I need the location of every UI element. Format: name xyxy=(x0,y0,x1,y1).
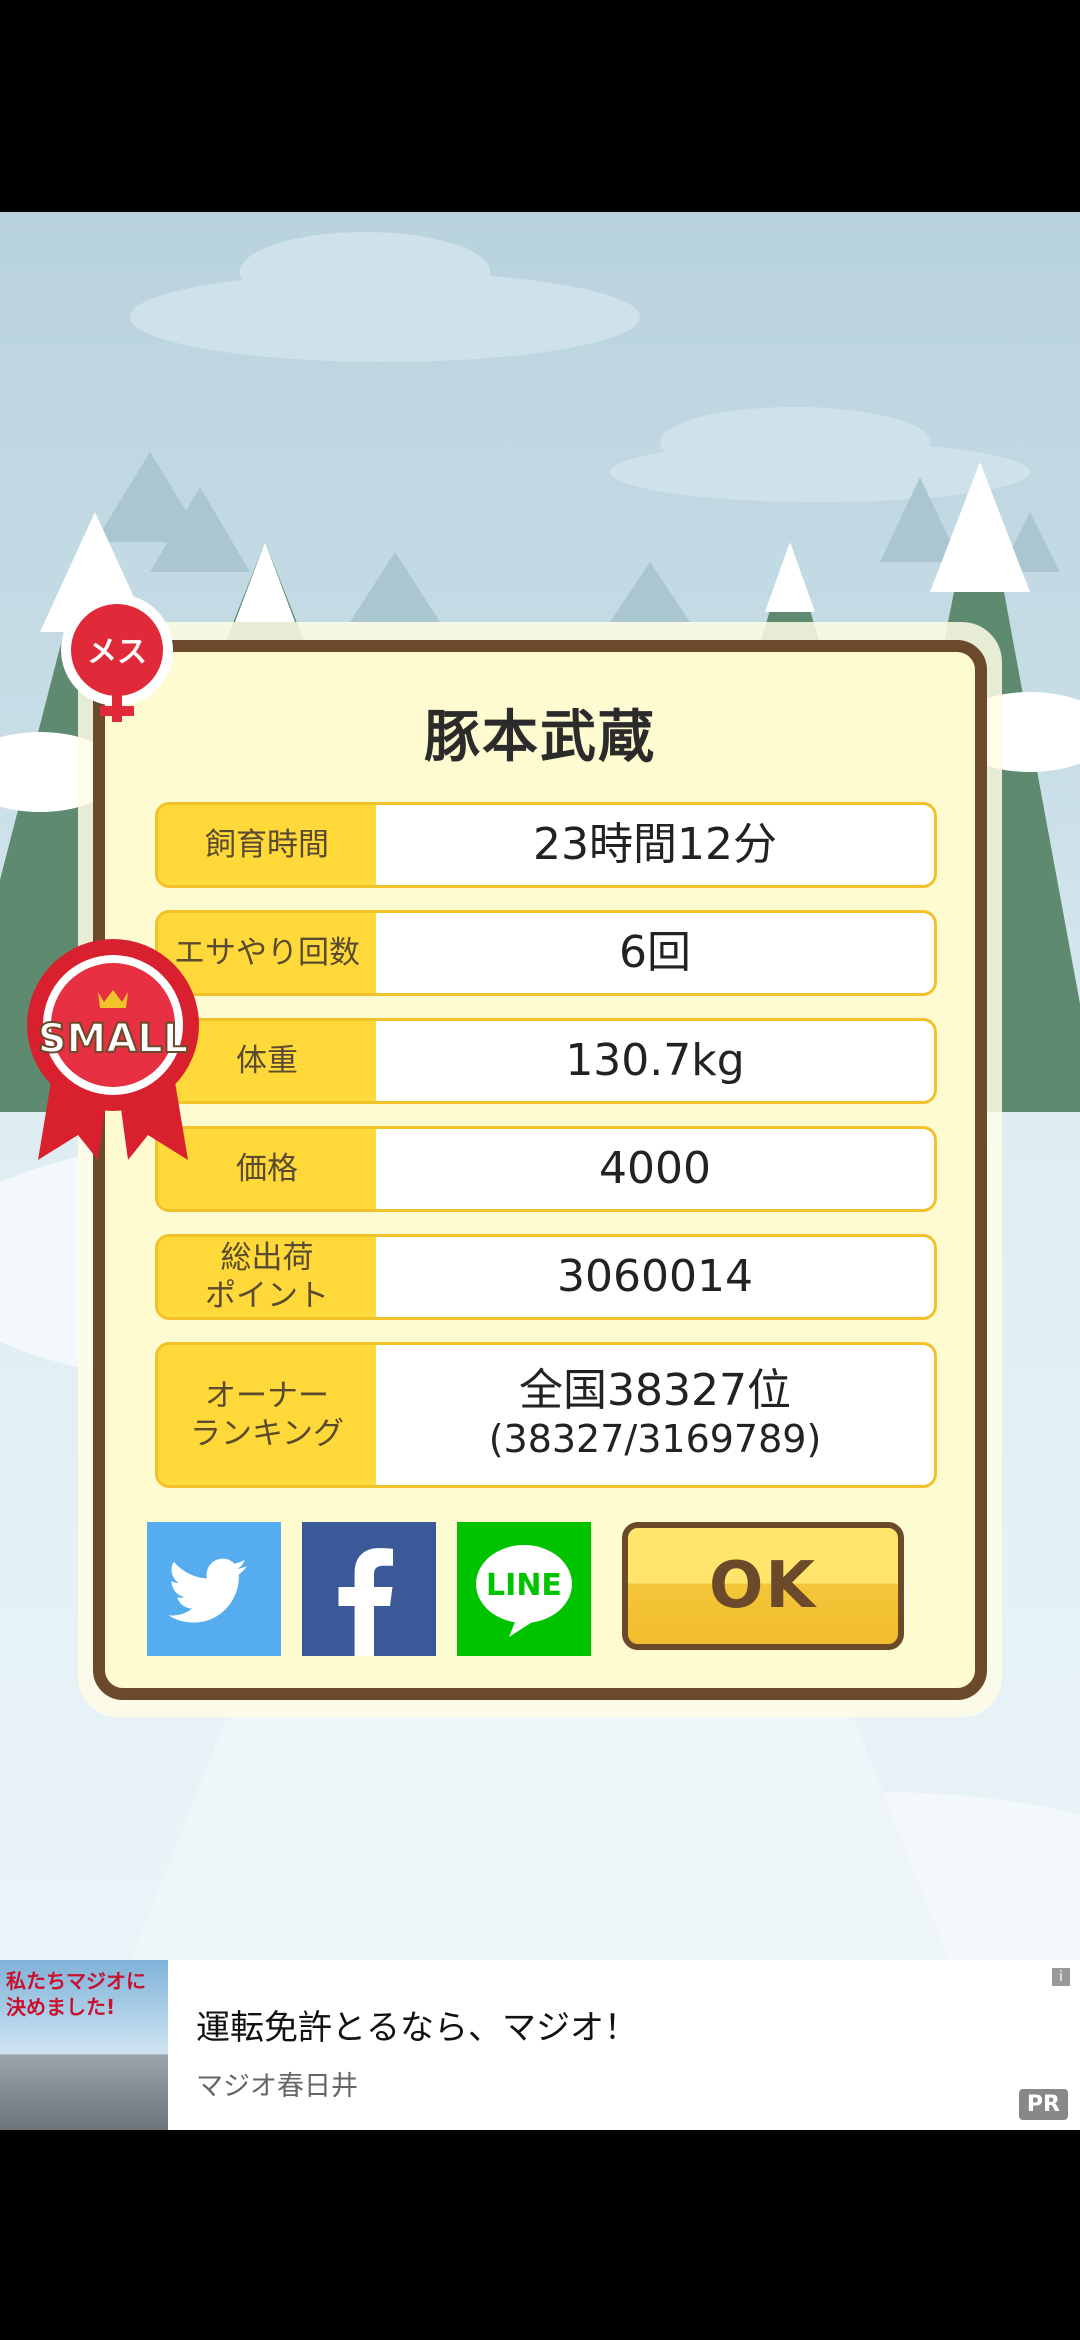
ad-info-icon[interactable]: i xyxy=(1052,1968,1070,1986)
line-icon-label: LINE xyxy=(486,1568,562,1603)
stat-row-price: 価格 4000 xyxy=(155,1126,937,1212)
pig-name: 豚本武蔵 xyxy=(424,705,656,770)
stat-value: 全国38327位 (38327/3169789) xyxy=(376,1345,934,1485)
line-share-button[interactable]: LINE xyxy=(457,1522,591,1656)
ad-image[interactable]: 私たちマジオに決めました! xyxy=(0,1960,168,2130)
facebook-share-button[interactable] xyxy=(302,1522,436,1656)
ad-title[interactable]: 運転免許とるなら、マジオ！ xyxy=(196,2000,638,2049)
stat-row-feed-count: エサやり回数 6回 xyxy=(155,910,937,996)
twitter-share-button[interactable] xyxy=(147,1522,281,1656)
twitter-bird-icon xyxy=(168,1558,247,1623)
stat-value: 3060014 xyxy=(376,1237,934,1317)
stat-row-breeding-time: 飼育時間 23時間12分 xyxy=(155,802,937,888)
stat-label: 飼育時間 xyxy=(205,827,329,863)
female-badge-icon: メス xyxy=(61,594,173,722)
stat-row-owner-ranking: オーナー ランキング 全国38327位 (38327/3169789) xyxy=(155,1342,937,1488)
stat-label: オーナー ランキング xyxy=(189,1378,345,1452)
ad-image-text: 私たちマジオに決めました! xyxy=(6,1969,146,2019)
ad-banner[interactable]: 私たちマジオに決めました! 運転免許とるなら、マジオ！ マジオ春日井 i PR xyxy=(0,1960,1080,2130)
stat-value: 4000 xyxy=(376,1129,934,1209)
small-size-ribbon-icon: SMALL xyxy=(27,939,199,1160)
gender-label: メス xyxy=(87,635,147,670)
result-dialog: 豚本武蔵 飼育時間 23時間12分 エサやり回数 6回 体重 130.7kg 価… xyxy=(93,640,987,1700)
stat-row-weight: 体重 130.7kg xyxy=(155,1018,937,1104)
size-label: SMALL xyxy=(38,1016,189,1062)
pr-badge: PR xyxy=(1018,2089,1068,2120)
stat-value: 130.7kg xyxy=(376,1021,934,1101)
line-icon: LINE xyxy=(476,1545,572,1637)
ad-sponsor: マジオ春日井 xyxy=(196,2071,358,2102)
facebook-icon xyxy=(338,1548,393,1656)
stat-label: 総出荷 ポイント xyxy=(205,1240,329,1314)
stat-row-shipping-points: 総出荷 ポイント 3060014 xyxy=(155,1234,937,1320)
stat-value: 6回 xyxy=(376,913,934,993)
ok-button[interactable]: OK xyxy=(622,1522,904,1650)
stat-value: 23時間12分 xyxy=(376,805,934,885)
